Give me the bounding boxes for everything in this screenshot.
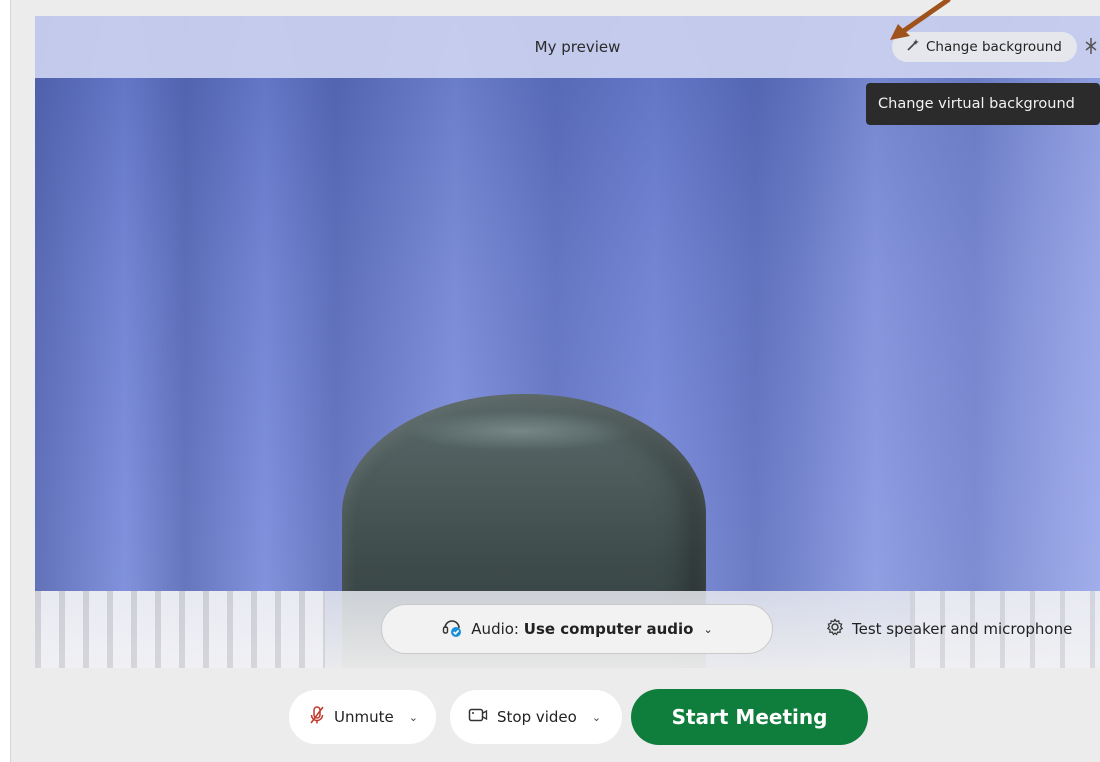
change-background-tooltip: Change virtual background (866, 83, 1100, 125)
video-preview: My preview Change background Change virt… (35, 16, 1100, 668)
more-settings-icon[interactable] (1083, 36, 1100, 60)
unmute-label: Unmute (334, 708, 394, 726)
start-meeting-button[interactable]: Start Meeting (631, 689, 868, 745)
test-speaker-label: Test speaker and microphone (852, 620, 1073, 638)
microphone-muted-icon (309, 705, 325, 729)
audio-label: Audio: Use computer audio (471, 620, 693, 638)
chevron-down-icon[interactable]: ⌄ (409, 711, 418, 724)
stop-video-button[interactable]: Stop video ⌄ (450, 690, 622, 744)
gear-icon (826, 618, 844, 640)
annotation-arrow-icon (890, 0, 951, 40)
light-gradient (800, 76, 1100, 636)
headset-icon (441, 616, 463, 642)
test-speaker-link[interactable]: Test speaker and microphone (826, 617, 1072, 641)
chevron-down-icon[interactable]: ⌄ (592, 711, 601, 724)
unmute-button[interactable]: Unmute ⌄ (289, 690, 436, 744)
audio-value: Use computer audio (523, 620, 694, 638)
chevron-down-icon: ⌄ (703, 622, 713, 636)
chair-highlight (405, 411, 635, 451)
audio-prefix: Audio: (471, 620, 519, 638)
audio-selector[interactable]: Audio: Use computer audio ⌄ (381, 604, 773, 654)
stop-video-label: Stop video (497, 708, 577, 726)
blinds-left (35, 591, 325, 668)
video-camera-icon (468, 707, 488, 727)
